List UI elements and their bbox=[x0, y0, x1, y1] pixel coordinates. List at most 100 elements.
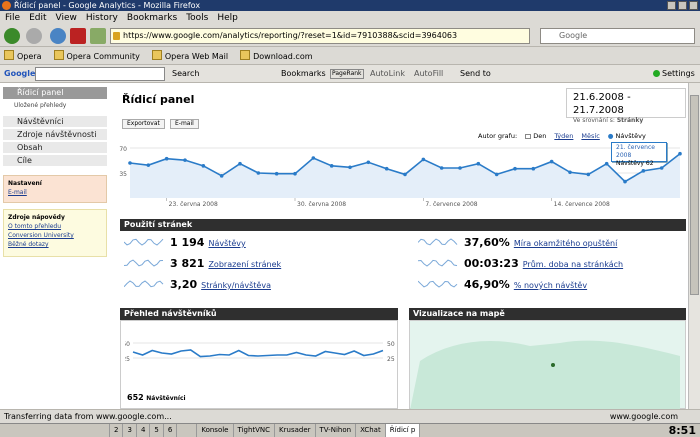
graph-option-week[interactable]: Týden bbox=[554, 131, 573, 141]
email-button[interactable]: E-mail bbox=[170, 119, 199, 129]
send-to-button[interactable]: Send to bbox=[460, 65, 491, 83]
stat-label-link[interactable]: % nových návštěv bbox=[514, 281, 587, 290]
forward-icon[interactable] bbox=[26, 28, 42, 44]
desktop-2[interactable]: 2 bbox=[110, 424, 124, 437]
google-search-button[interactable]: Search bbox=[172, 65, 199, 83]
sidebar-item-visitors[interactable]: Návštěvníci bbox=[3, 116, 107, 128]
metric-selector[interactable]: ● Návštěvy bbox=[608, 131, 646, 141]
google-bookmarks-button[interactable]: Bookmarks bbox=[281, 65, 326, 83]
desktop-4[interactable]: 4 bbox=[137, 424, 151, 437]
desktop-6[interactable]: 6 bbox=[164, 424, 178, 437]
menu-view[interactable]: View bbox=[56, 11, 77, 25]
scrollbar-thumb[interactable] bbox=[690, 95, 699, 295]
data-point bbox=[476, 161, 481, 166]
graph-option-day[interactable]: Den bbox=[525, 131, 546, 141]
world-map[interactable] bbox=[409, 320, 686, 409]
y-tick-label: 25 bbox=[387, 356, 395, 363]
menu-file[interactable]: File bbox=[5, 11, 20, 25]
menu-bar: File Edit View History Bookmarks Tools H… bbox=[0, 11, 700, 25]
status-host: www.google.com bbox=[609, 412, 678, 421]
taskbar-spacer bbox=[177, 424, 198, 437]
task-tightvnc[interactable]: TightVNC bbox=[234, 424, 276, 437]
task-xchat[interactable]: XChat bbox=[356, 424, 386, 437]
minimize-button[interactable] bbox=[667, 1, 676, 10]
bookmark-opera-web-mail[interactable]: Opera Web Mail bbox=[152, 48, 228, 64]
home-icon[interactable] bbox=[90, 28, 106, 44]
stat-label-link[interactable]: Návštěvy bbox=[208, 239, 245, 248]
export-button[interactable]: Exportovat bbox=[122, 119, 165, 129]
sidebar-item-content[interactable]: Obsah bbox=[3, 142, 107, 154]
data-point bbox=[164, 156, 169, 161]
taskbar: 2 3 4 5 6 Konsole TightVNC Krusader TV-N… bbox=[0, 423, 700, 437]
menu-help[interactable]: Help bbox=[217, 11, 238, 25]
data-point bbox=[439, 166, 444, 170]
task-tv-nihon[interactable]: TV-Nihon bbox=[316, 424, 357, 437]
visitors-count: 652 Návštěvníci bbox=[127, 393, 186, 402]
menu-history[interactable]: History bbox=[86, 11, 118, 25]
reload-icon[interactable] bbox=[50, 28, 66, 44]
sidebar-item-traffic-sources[interactable]: Zdroje návštěvnosti bbox=[3, 129, 107, 141]
data-point bbox=[641, 169, 646, 173]
y-tick-label: 50 bbox=[125, 341, 130, 348]
taskbar-launchers[interactable] bbox=[0, 424, 110, 437]
task-firefox[interactable]: Řídicí p bbox=[385, 424, 421, 437]
menu-edit[interactable]: Edit bbox=[29, 11, 46, 25]
data-point bbox=[494, 172, 499, 177]
visitors-overview-panel: 25 25 50 50 652 Návštěvníci bbox=[120, 320, 398, 409]
autolink-button[interactable]: AutoLink bbox=[370, 65, 405, 83]
settings-icon bbox=[653, 70, 660, 77]
status-text: Transferring data from www.google.com... bbox=[4, 412, 172, 421]
graph-options: Autor grafu: Den Týden Měsíc ● Návštěvy bbox=[478, 131, 646, 141]
stat-label-link[interactable]: Míra okamžitého opuštění bbox=[514, 239, 618, 248]
date-range-picker[interactable]: 21.6.2008 - 21.7.2008 Ve srovnání s: Str… bbox=[566, 88, 686, 124]
stop-icon[interactable] bbox=[70, 28, 86, 44]
sidebar-header-label: Řídicí panel bbox=[17, 88, 64, 97]
world-map-shape bbox=[410, 340, 680, 409]
url-bar[interactable]: https://www.google.com/analytics/reporti… bbox=[110, 28, 530, 44]
url-text: https://www.google.com/analytics/reporti… bbox=[123, 31, 458, 40]
compare-value: Stránky bbox=[616, 117, 644, 124]
web-search-input[interactable]: Google bbox=[540, 28, 695, 44]
data-point bbox=[238, 161, 242, 166]
help-title: Zdroje nápovědy bbox=[8, 214, 65, 221]
graph-option-month[interactable]: Měsíc bbox=[581, 131, 599, 141]
desktop-5[interactable]: 5 bbox=[150, 424, 164, 437]
data-point bbox=[604, 161, 609, 166]
help-link-faq[interactable]: Běžné dotazy bbox=[8, 240, 102, 249]
google-toolbar-input[interactable] bbox=[35, 67, 165, 81]
stat-value: 46,90% bbox=[464, 278, 510, 291]
bookmark-download[interactable]: Download.com bbox=[240, 48, 312, 64]
close-button[interactable] bbox=[689, 1, 698, 10]
data-point bbox=[201, 164, 206, 168]
sidebar-item-dashboard[interactable]: Řídicí panel bbox=[3, 87, 107, 99]
stat-row: 3,20 Stránky/návštěva bbox=[124, 278, 271, 292]
help-link-about-report[interactable]: O tomto přehledu bbox=[8, 222, 102, 231]
back-icon[interactable] bbox=[4, 28, 20, 44]
sidebar-item-goals[interactable]: Cíle bbox=[3, 155, 107, 167]
settings-button[interactable]: Settings bbox=[653, 65, 695, 83]
maximize-button[interactable] bbox=[678, 1, 687, 10]
stat-label-link[interactable]: Prům. doba na stránkách bbox=[523, 260, 623, 269]
autofill-button[interactable]: AutoFill bbox=[414, 65, 443, 83]
stat-label-link[interactable]: Zobrazení stránek bbox=[208, 260, 281, 269]
bookmark-opera[interactable]: Opera bbox=[4, 48, 42, 64]
page-scrollbar[interactable] bbox=[688, 83, 700, 409]
x-tick-label: 30. června 2008 bbox=[297, 201, 346, 208]
desktop-3[interactable]: 3 bbox=[123, 424, 137, 437]
menu-bookmarks[interactable]: Bookmarks bbox=[127, 11, 177, 25]
google-toolbar-logo: Google bbox=[4, 69, 36, 78]
saved-reports-link[interactable]: Uložené přehledy bbox=[14, 102, 66, 109]
bookmark-opera-community[interactable]: Opera Community bbox=[54, 48, 140, 64]
y-tick-label: 25 bbox=[125, 356, 130, 363]
compare-label: Ve srovnání s: bbox=[573, 117, 615, 124]
help-link-conversion-university[interactable]: Conversion University bbox=[8, 231, 102, 240]
stat-label-link[interactable]: Stránky/návštěva bbox=[201, 281, 271, 290]
data-point bbox=[384, 166, 389, 171]
page-usage-header: Použití stránek bbox=[120, 219, 686, 231]
task-krusader[interactable]: Krusader bbox=[275, 424, 316, 437]
data-point bbox=[403, 172, 407, 177]
email-settings-link[interactable]: E-mail bbox=[8, 188, 102, 197]
menu-tools[interactable]: Tools bbox=[186, 11, 208, 25]
task-konsole[interactable]: Konsole bbox=[197, 424, 234, 437]
stat-row: 1 194 Návštěvy bbox=[124, 236, 246, 250]
